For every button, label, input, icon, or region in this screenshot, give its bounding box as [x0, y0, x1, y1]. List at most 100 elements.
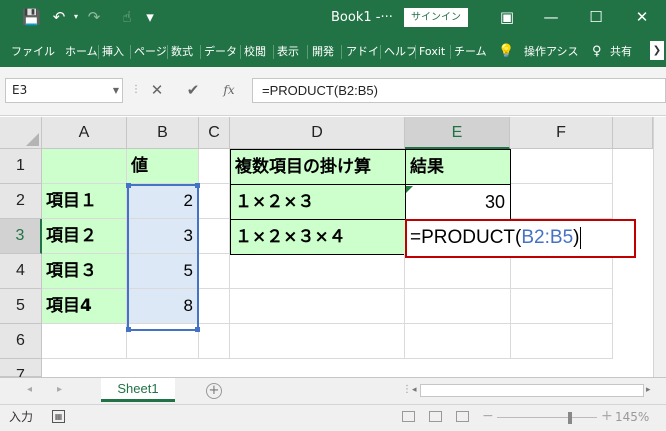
cell-a5[interactable]: 項目4: [42, 289, 127, 324]
formula-input[interactable]: =PRODUCT(B2:B5): [252, 78, 666, 103]
cell-e5[interactable]: [405, 289, 511, 324]
column-header-d[interactable]: D: [230, 117, 405, 149]
tab-formulas[interactable]: 数式: [171, 43, 193, 61]
cell-f5[interactable]: [511, 289, 613, 324]
cell-b1[interactable]: 値: [127, 149, 199, 184]
cell-f4[interactable]: [511, 254, 613, 289]
cell-e6[interactable]: [405, 324, 511, 359]
row-header-3[interactable]: 3: [0, 219, 42, 254]
cell-d5[interactable]: [230, 289, 405, 324]
scroll-left-icon[interactable]: ◂: [412, 383, 417, 397]
cell-c3[interactable]: [199, 219, 230, 254]
cell-f6[interactable]: [511, 324, 613, 359]
sheet-tab-sheet1[interactable]: Sheet1: [101, 378, 175, 402]
macro-record-icon[interactable]: ▦: [52, 410, 65, 423]
prev-sheet-icon[interactable]: ◂: [27, 383, 32, 397]
insert-function-icon[interactable]: fx: [218, 80, 240, 100]
cell-e4[interactable]: [405, 254, 511, 289]
cell-f1[interactable]: [511, 149, 613, 184]
zoom-out-icon[interactable]: −: [482, 407, 494, 425]
undo-icon[interactable]: ↶: [50, 7, 68, 27]
page-break-view-icon[interactable]: [456, 411, 469, 422]
zoom-in-icon[interactable]: +: [601, 407, 613, 425]
customize-qat-icon[interactable]: ▾: [141, 7, 159, 27]
tab-addins[interactable]: アドイ: [346, 43, 379, 61]
error-indicator-icon[interactable]: [406, 186, 413, 193]
user-icon[interactable]: ♀: [592, 43, 602, 61]
name-box[interactable]: E3: [5, 78, 123, 103]
cancel-icon[interactable]: ✕: [146, 80, 168, 100]
normal-view-icon[interactable]: [402, 411, 415, 422]
enter-icon[interactable]: ✔: [182, 80, 204, 100]
tab-page-layout[interactable]: ページ: [134, 43, 167, 61]
undo-dropdown-icon[interactable]: ▾: [67, 7, 85, 27]
redo-icon[interactable]: ↷: [85, 7, 103, 27]
cell-e3-editor[interactable]: =PRODUCT(B2:B5): [405, 219, 636, 258]
vertical-scrollbar[interactable]: [653, 117, 666, 377]
select-all-corner[interactable]: [0, 117, 42, 149]
page-layout-view-icon[interactable]: [429, 411, 442, 422]
tab-team[interactable]: チーム: [454, 43, 487, 61]
cell-d4[interactable]: [230, 254, 405, 289]
column-header-c[interactable]: C: [199, 117, 230, 149]
horizontal-scrollbar[interactable]: [420, 384, 644, 397]
cell-f2[interactable]: [511, 184, 613, 219]
ribbon-scroll-right-icon[interactable]: ❯: [650, 41, 664, 60]
tab-developer[interactable]: 開発: [312, 43, 334, 61]
tab-foxit[interactable]: Foxit: [419, 43, 445, 61]
chevron-down-icon[interactable]: ▼: [110, 78, 122, 103]
row-header-1[interactable]: 1: [0, 149, 42, 184]
cell-a4[interactable]: 項目３: [42, 254, 127, 289]
column-header-b[interactable]: B: [127, 117, 199, 149]
cell-e2[interactable]: 30: [405, 184, 511, 220]
cell-a3[interactable]: 項目２: [42, 219, 127, 254]
scroll-right-icon[interactable]: ▸: [646, 383, 651, 397]
cell-d3[interactable]: １×２×３×４: [230, 219, 406, 255]
cell-c5[interactable]: [199, 289, 230, 324]
zoom-slider[interactable]: [497, 417, 597, 418]
tab-review[interactable]: 校閲: [244, 43, 266, 61]
row-header-5[interactable]: 5: [0, 289, 42, 324]
row-header-6[interactable]: 6: [0, 324, 42, 359]
cell-c1[interactable]: [199, 149, 230, 184]
cell-a2[interactable]: 項目１: [42, 184, 127, 219]
cell-e1[interactable]: 結果: [405, 149, 511, 185]
zoom-slider-thumb[interactable]: [568, 412, 572, 424]
cell-d2[interactable]: １×２×３: [230, 184, 406, 220]
touch-mode-icon[interactable]: ☝: [118, 7, 136, 27]
restore-icon[interactable]: ☐: [586, 6, 606, 28]
zoom-level[interactable]: 145%: [615, 409, 649, 425]
cell-a6[interactable]: [42, 324, 127, 359]
cell-c2[interactable]: [199, 184, 230, 219]
column-header-g[interactable]: [613, 117, 653, 149]
tell-me-search[interactable]: 操作アシス: [524, 43, 579, 61]
lightbulb-icon[interactable]: 💡: [498, 43, 514, 61]
row-header-2[interactable]: 2: [0, 184, 42, 219]
ribbon-display-icon[interactable]: ▣: [497, 6, 517, 28]
next-sheet-icon[interactable]: ▸: [57, 383, 62, 397]
tab-insert[interactable]: 挿入: [102, 43, 124, 61]
share-button[interactable]: 共有: [610, 43, 632, 61]
tab-file[interactable]: ファイル: [11, 43, 55, 61]
cell-d1[interactable]: 複数項目の掛け算: [230, 149, 406, 185]
column-header-a[interactable]: A: [42, 117, 127, 149]
column-header-e[interactable]: E: [405, 117, 510, 149]
cell-d6[interactable]: [230, 324, 405, 359]
add-sheet-icon[interactable]: +: [206, 383, 222, 399]
tab-data[interactable]: データ: [204, 43, 237, 61]
tab-view[interactable]: 表示: [277, 43, 299, 61]
column-header-f[interactable]: F: [510, 117, 613, 149]
splitter-dots-icon[interactable]: ⋮: [402, 381, 412, 399]
cell-a1[interactable]: [42, 149, 127, 184]
cell-c6[interactable]: [199, 324, 230, 359]
tab-home[interactable]: ホーム: [65, 43, 98, 61]
signin-button[interactable]: サインイン: [404, 8, 468, 27]
save-icon[interactable]: 💾: [22, 7, 41, 27]
row-header-4[interactable]: 4: [0, 254, 42, 289]
row-header-7[interactable]: 7: [0, 359, 42, 384]
more-dots-icon: ⋮: [131, 84, 141, 95]
minimize-icon[interactable]: —: [541, 6, 561, 28]
close-icon[interactable]: ✕: [632, 6, 652, 28]
tab-help[interactable]: ヘルフ: [384, 43, 417, 61]
cell-c4[interactable]: [199, 254, 230, 289]
